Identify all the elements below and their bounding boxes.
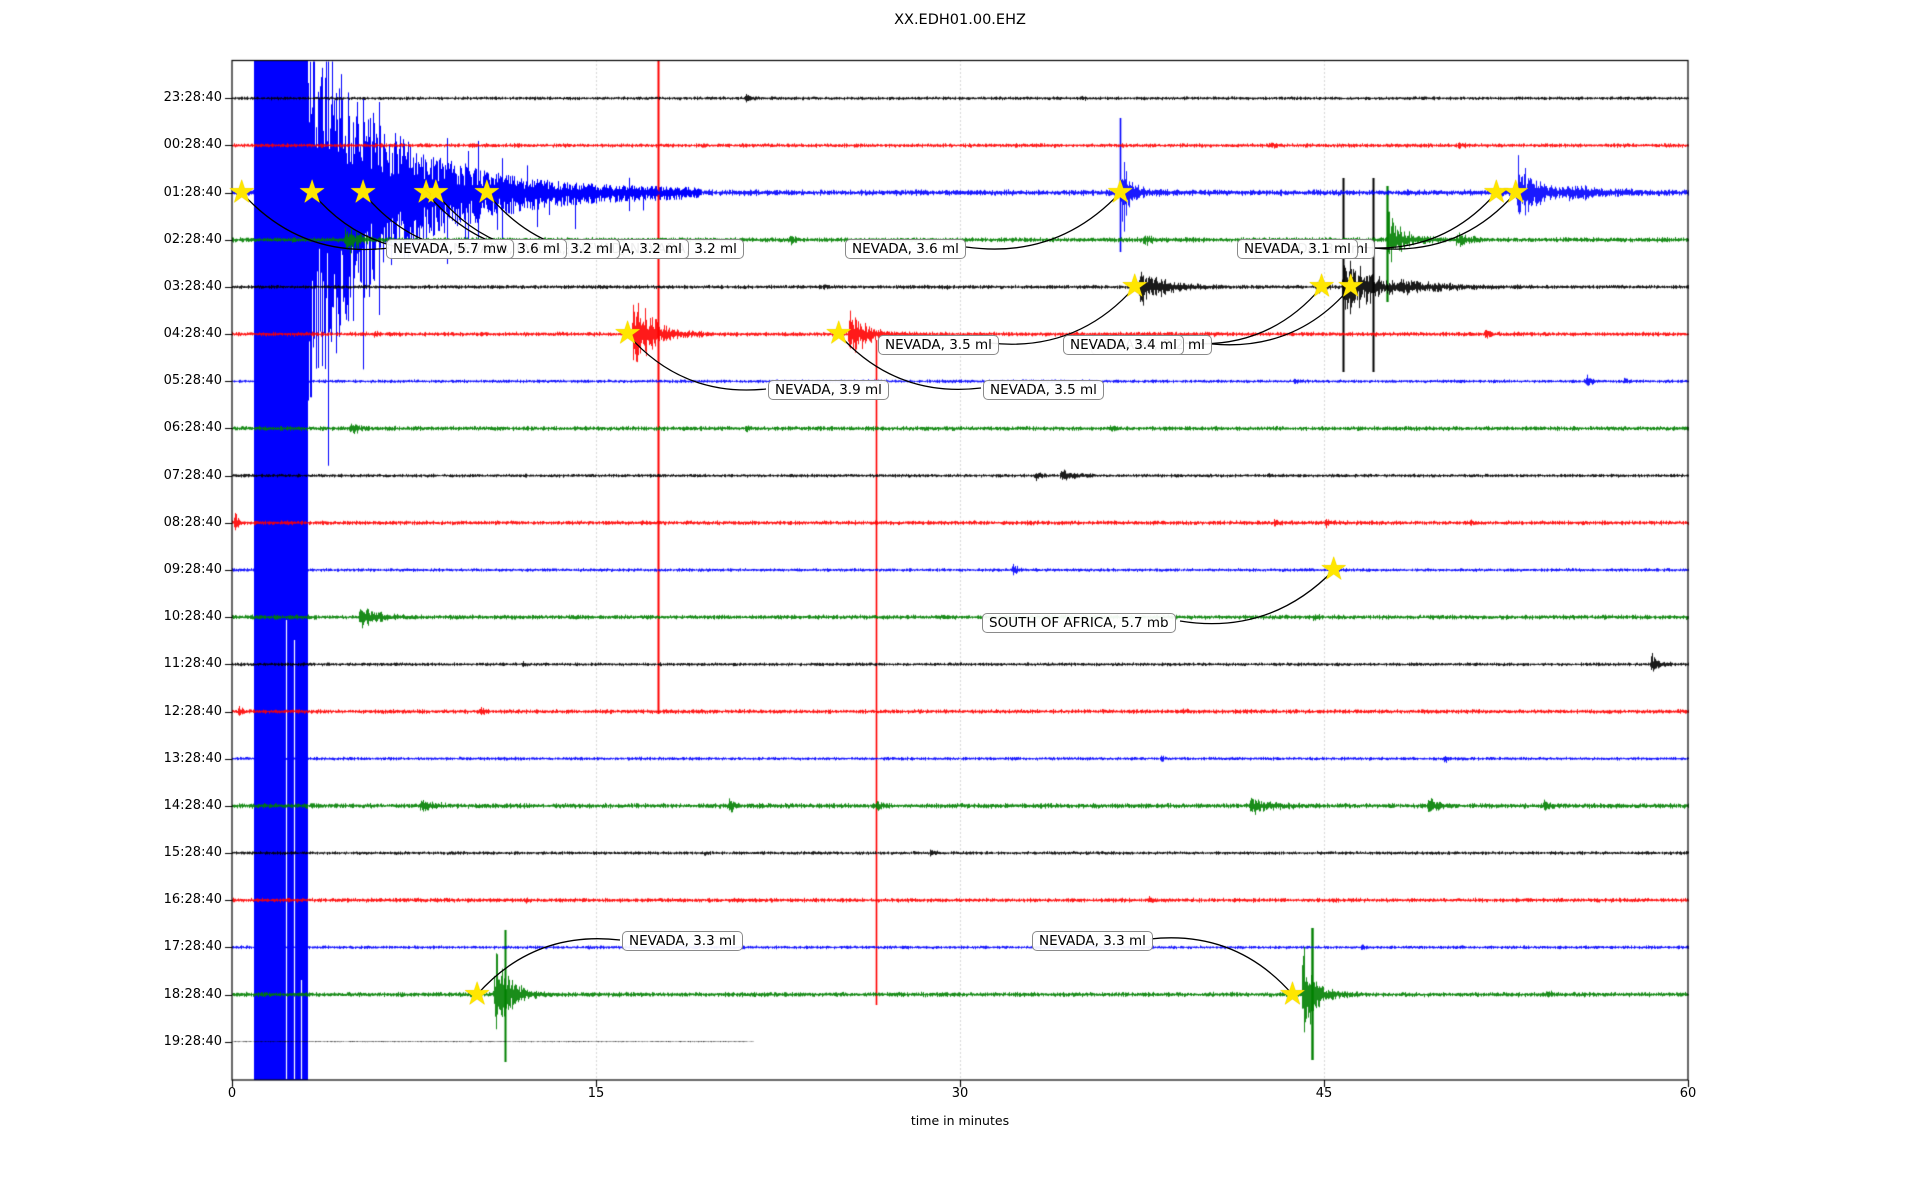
x-tick-label: 0 <box>227 1086 237 1101</box>
event-star-icon: ★ <box>824 313 853 352</box>
row-time-label: 07:28:40 <box>163 467 222 483</box>
x-tick-label: 15 <box>587 1086 605 1101</box>
event-label: NEVADA, 3.4 ml <box>1063 335 1184 355</box>
annotation-connector-line <box>627 333 767 391</box>
event-star-icon: ★ <box>1336 266 1366 305</box>
row-time-label: 17:28:40 <box>163 939 222 955</box>
event-star-icon: ★ <box>227 172 257 211</box>
helicorder-figure: XX.EDH01.00.EHZ 23:28:40 00:28:40 01:28:40… <box>0 0 1920 1200</box>
row-time-label: 14:28:40 <box>163 797 222 813</box>
row-time-label: 06:28:40 <box>163 420 222 436</box>
event-label: NEVADA, 3.6 ml <box>845 239 966 259</box>
row-time-label: 04:28:40 <box>163 326 222 342</box>
annotation-connector-line <box>965 192 1121 250</box>
event-star-icon: ★ <box>348 172 378 211</box>
event-star-icon: ★ <box>1278 974 1307 1013</box>
row-time-label: 16:28:40 <box>163 892 222 908</box>
row-time-label: 00:28:40 <box>163 137 222 153</box>
event-star-icon: ★ <box>613 313 642 352</box>
event-label: NEVADA, 3.3 ml <box>1032 931 1153 951</box>
row-time-label: 18:28:40 <box>163 986 222 1002</box>
event-star-icon: ★ <box>462 974 492 1013</box>
row-time-label: 13:28:40 <box>163 750 222 766</box>
event-label: SOUTH OF AFRICA, 5.7 mb <box>982 613 1176 633</box>
event-star-icon: ★ <box>1307 266 1336 305</box>
row-time-label: 10:28:40 <box>163 609 222 625</box>
event-label: NEVADA, 3.9 ml <box>768 380 889 400</box>
event-label: NEVADA, 3.5 ml <box>983 380 1104 400</box>
event-star-icon: ★ <box>1120 266 1150 305</box>
row-time-label: 09:28:40 <box>163 562 222 577</box>
row-time-label: 05:28:40 <box>163 373 222 389</box>
event-label: NEVADA, 5.7 mw <box>386 239 515 259</box>
event-label: NEVADA, 3.1 ml <box>1237 239 1358 259</box>
annotation-connector-line <box>1149 937 1293 995</box>
row-time-label: 12:28:40 <box>163 703 222 719</box>
event-label: NEVADA, 3.3 ml <box>622 931 743 951</box>
row-time-label: 19:28:40 <box>163 1033 222 1049</box>
annotation-connector-line <box>1179 569 1335 625</box>
row-time-label: 15:28:40 <box>163 845 222 861</box>
x-axis-label: time in minutes <box>910 1113 1010 1128</box>
row-time-label: 08:28:40 <box>163 514 222 530</box>
row-time-label: 01:28:40 <box>163 184 222 200</box>
row-time-label: 11:28:40 <box>163 656 222 672</box>
event-star-icon: ★ <box>1105 172 1135 211</box>
event-star-icon: ★ <box>1319 549 1349 588</box>
event-star-icon: ★ <box>1501 172 1531 211</box>
annotation-connector-line <box>476 938 621 995</box>
event-star-icon: ★ <box>297 172 327 211</box>
x-tick-label: 60 <box>1679 1086 1697 1101</box>
x-tick-label: 30 <box>951 1086 969 1101</box>
annotation-connector-line <box>1357 192 1497 249</box>
x-tick-label: 45 <box>1315 1086 1333 1101</box>
row-time-label: 23:28:40 <box>163 90 222 106</box>
event-label: NEVADA, 3.5 ml <box>878 335 999 355</box>
annotation-connectors <box>241 192 1517 995</box>
row-time-label: 02:28:40 <box>163 231 222 247</box>
event-star-icon: ★ <box>421 172 451 211</box>
row-time-label: 03:28:40 <box>163 278 222 294</box>
event-star-icon: ★ <box>472 172 502 211</box>
